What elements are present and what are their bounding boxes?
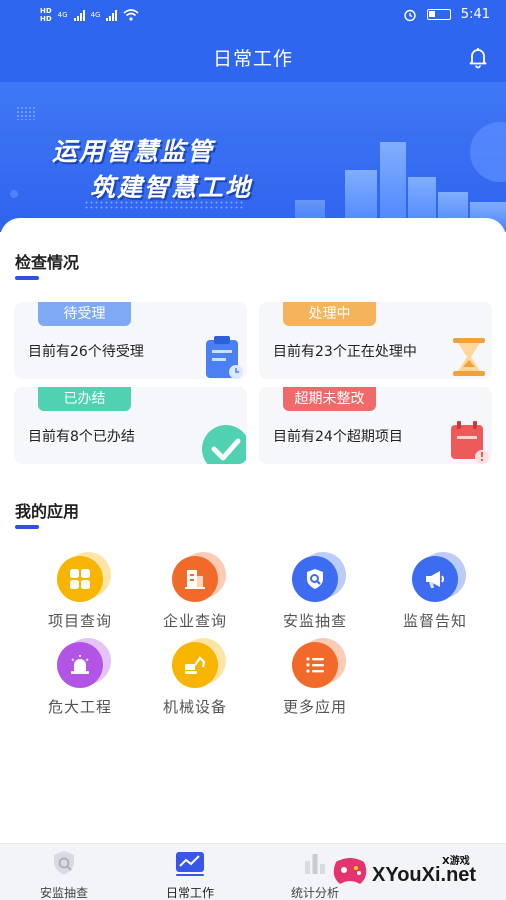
check-icon (202, 425, 246, 464)
content-panel: 检查情况 待受理 目前有26个待受理 处理中 目前有23个正在处理中 已办结 目… (0, 218, 506, 858)
bar-chart-icon (305, 854, 325, 874)
tile-tag: 待受理 (38, 302, 131, 326)
tab-label: 安监抽查 (39, 886, 88, 900)
tab-safety-check[interactable]: 安监抽查 (14, 849, 114, 900)
page-title: 日常工作 (212, 48, 293, 70)
tab-label: 日常工作 (165, 886, 214, 900)
section-title-apps: 我的应用 (15, 502, 80, 521)
status-tile-processing[interactable]: 处理中 目前有23个正在处理中 (259, 302, 492, 379)
app-label: 安监抽查 (282, 612, 347, 630)
app-hazardous-project[interactable]: 危大工程 (25, 638, 135, 717)
tile-text: 目前有26个待受理 (28, 344, 144, 360)
alarm-light-icon (71, 655, 89, 674)
building-icon (185, 570, 205, 589)
overdue-calendar-icon (451, 421, 489, 464)
hd-label-1: HD (40, 7, 52, 15)
app-label: 机械设备 (162, 698, 227, 716)
signal-icon-2 (106, 9, 118, 21)
megaphone-icon (426, 571, 444, 588)
app-label: 项目查询 (47, 612, 112, 630)
hourglass-icon (453, 338, 485, 376)
battery-icon (426, 9, 451, 20)
grid-icon (70, 569, 90, 589)
app-label: 企业查询 (162, 612, 227, 630)
banner-slogan: 运用智慧监管 筑建智慧工地 (52, 132, 252, 204)
app-machinery[interactable]: 机械设备 (140, 638, 250, 717)
tile-text: 目前有24个超期项目 (273, 429, 403, 445)
hd-label-2: HD (40, 15, 52, 23)
section-underline (15, 276, 39, 280)
watermark-site: XYouXi.net (372, 864, 477, 886)
search-shield-icon (307, 569, 323, 589)
slogan-line-2: 筑建智慧工地 (90, 173, 253, 202)
tab-daily-work[interactable]: 日常工作 (140, 849, 240, 900)
bell-icon[interactable] (466, 45, 490, 69)
signal-icon (73, 9, 85, 21)
status-tile-pending[interactable]: 待受理 目前有26个待受理 (14, 302, 247, 379)
list-icon (306, 657, 324, 673)
app-supervision-notice[interactable]: 监督告知 (380, 552, 490, 631)
section-underline (15, 525, 39, 529)
alarm-icon (404, 9, 416, 21)
tile-text: 目前有23个正在处理中 (273, 344, 417, 360)
status-tile-completed[interactable]: 已办结 目前有8个已办结 (14, 387, 247, 464)
wifi-icon (123, 9, 139, 21)
app-more[interactable]: 更多应用 (260, 638, 370, 717)
app-label: 监督告知 (402, 612, 467, 630)
app-header: 日常工作 (0, 32, 506, 82)
network-label-2: 4G (90, 11, 101, 19)
status-bar: HD HD 4G 4G 5:41 (0, 0, 506, 32)
app-label: 更多应用 (282, 698, 347, 716)
network-label-1: 4G (57, 11, 68, 19)
app-label: 危大工程 (47, 698, 112, 716)
shield-search-icon (54, 851, 74, 875)
app-safety-check[interactable]: 安监抽查 (260, 552, 370, 631)
clipboard-icon (206, 336, 243, 379)
tile-tag: 已办结 (38, 387, 131, 411)
tile-tag: 超期未整改 (283, 387, 376, 411)
tile-text: 目前有8个已办结 (28, 429, 135, 445)
status-tile-overdue[interactable]: 超期未整改 目前有24个超期项目 (259, 387, 492, 464)
app-project-query[interactable]: 项目查询 (25, 552, 135, 631)
slogan-line-1: 运用智慧监管 (52, 137, 215, 166)
chart-line-icon (176, 852, 204, 876)
status-time: 5:41 (460, 7, 490, 22)
excavator-icon (185, 656, 206, 674)
section-title-inspection: 检查情况 (15, 253, 80, 272)
signal-indicators: HD HD 4G 4G (40, 7, 139, 23)
gamepad-logo-icon (333, 858, 367, 884)
promo-banner[interactable]: 运用智慧监管 筑建智慧工地 (0, 82, 506, 232)
watermark-logo: X游戏 XYouXi.net (330, 852, 500, 894)
tile-tag: 处理中 (283, 302, 376, 326)
app-company-query[interactable]: 企业查询 (140, 552, 250, 631)
